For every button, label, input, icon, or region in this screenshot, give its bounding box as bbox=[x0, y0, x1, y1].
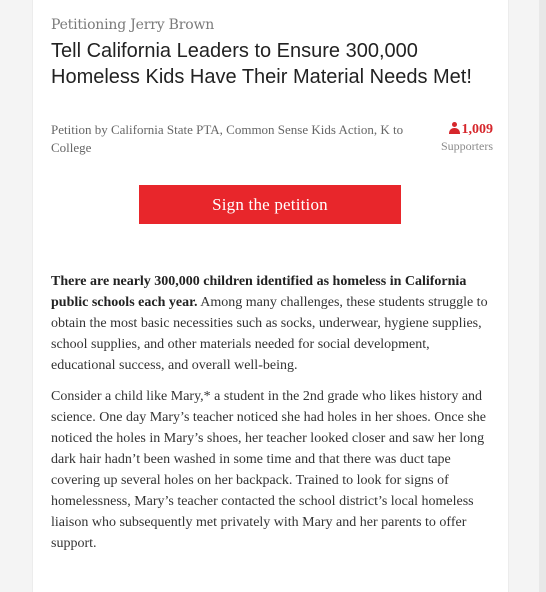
supporters-count: 1,009 bbox=[461, 122, 494, 137]
petition-byline: Petition by California State PTA, Common… bbox=[51, 122, 404, 155]
petitioning-target: Petitioning Jerry Brown bbox=[51, 17, 215, 33]
person-icon bbox=[448, 122, 460, 134]
supporters-counter: 1,009 Supporters bbox=[433, 121, 493, 153]
description-paragraph: There are nearly 300,000 children identi… bbox=[51, 271, 491, 376]
description-paragraph: Consider a child like Mary,* a student i… bbox=[51, 389, 487, 551]
page: Petitioning Jerry Brown Tell California … bbox=[0, 0, 546, 592]
page-scrollbar[interactable] bbox=[539, 0, 546, 592]
supporters-count-row: 1,009 bbox=[433, 121, 493, 138]
petition-description: There are nearly 300,000 children identi… bbox=[51, 271, 491, 564]
supporters-label: Supporters bbox=[441, 139, 493, 153]
sign-petition-button[interactable]: Sign the petition bbox=[139, 185, 401, 224]
petition-title: Tell California Leaders to Ensure 300,00… bbox=[51, 40, 472, 88]
petition-card: Petitioning Jerry Brown Tell California … bbox=[32, 0, 509, 592]
